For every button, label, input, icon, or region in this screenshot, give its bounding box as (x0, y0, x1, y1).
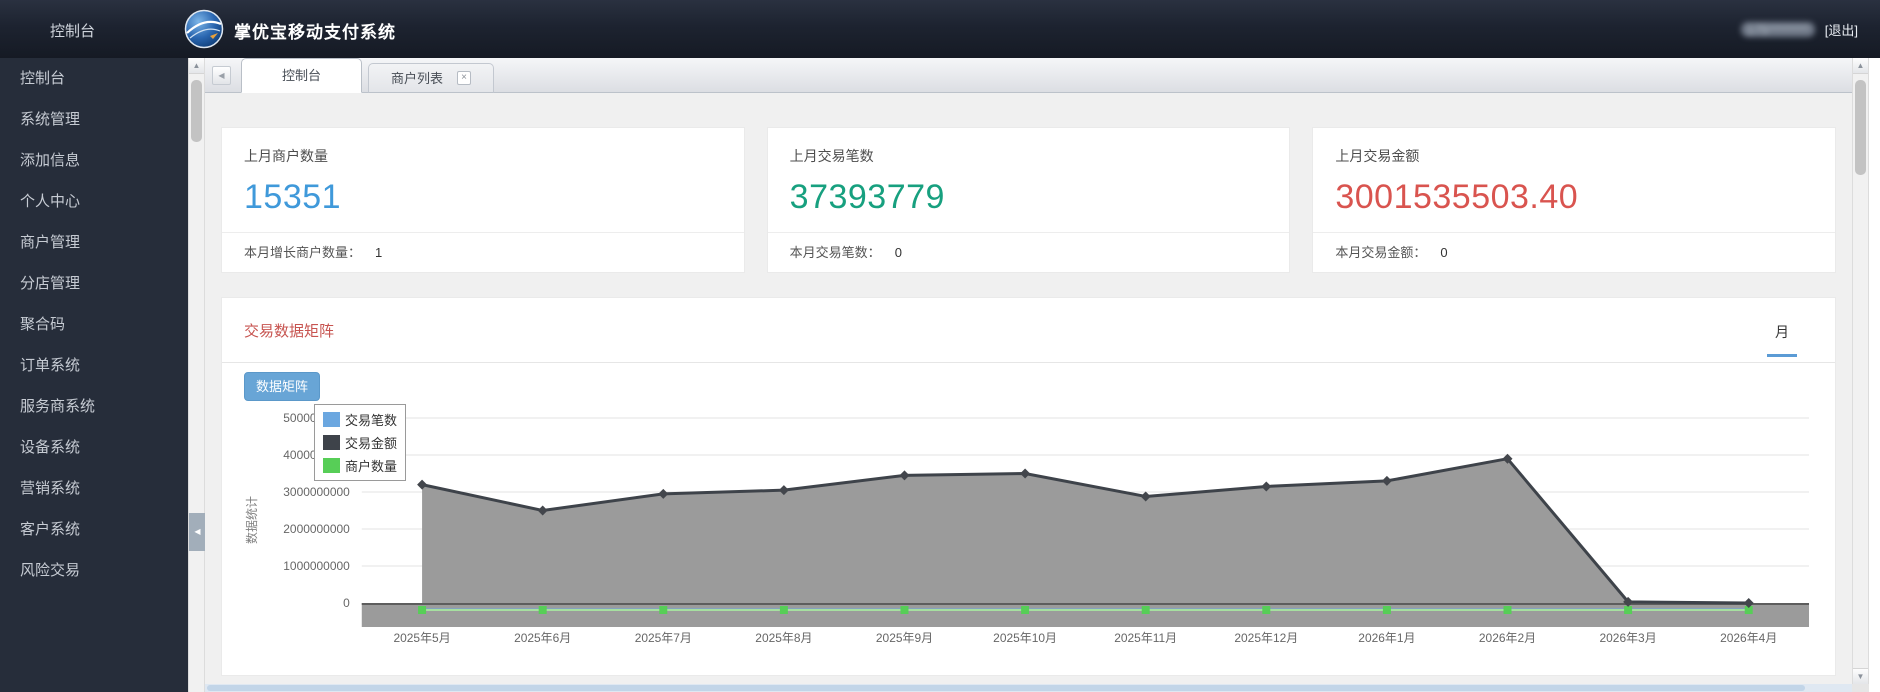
legend-item-2[interactable]: 商户数量 (323, 456, 397, 475)
tab-label: 商户列表 (391, 64, 443, 93)
svg-text:0: 0 (343, 596, 350, 610)
user-account-masked: 175******** (1741, 22, 1815, 37)
app-header: 控制台 掌优宝移动支付系统 175******** [退出] (0, 0, 1880, 58)
card-value: 3001535503.40 (1313, 166, 1835, 217)
svg-text:2000000000: 2000000000 (283, 522, 350, 536)
sidebar-item-5[interactable]: 分店管理 (0, 263, 188, 304)
sidebar-item-3[interactable]: 个人中心 (0, 181, 188, 222)
tabs: 控制台 商户列表 × (241, 58, 494, 93)
panel-title: 交易数据矩阵 (244, 320, 334, 341)
sidebar-item-1[interactable]: 系统管理 (0, 99, 188, 140)
sidebar-item-4[interactable]: 商户管理 (0, 222, 188, 263)
right-scrollbar[interactable]: ▲ ▼ (1852, 58, 1869, 684)
app-logo-icon (184, 9, 224, 49)
legend-swatch-icon (323, 412, 340, 427)
chart-area: 交易笔数交易金额商户数量 0 1000000000 2000000000 300000… (242, 402, 1815, 662)
card-transaction-amount: 上月交易金额 3001535503.40 本月交易金额： 0 (1312, 127, 1836, 273)
svg-text:2025年10月: 2025年10月 (993, 631, 1057, 645)
sidebar-item-8[interactable]: 服务商系统 (0, 386, 188, 427)
svg-text:2025年5月: 2025年5月 (393, 631, 450, 645)
tab-0[interactable]: 控制台 (241, 58, 362, 93)
chart-legend: 交易笔数交易金额商户数量 (314, 404, 406, 481)
svg-text:数据统计: 数据统计 (244, 496, 259, 544)
scroll-up-icon[interactable]: ▲ (189, 58, 204, 74)
left-scrollbar-thumb[interactable] (191, 80, 202, 142)
left-scrollbar[interactable]: ▲ ◀ (188, 58, 205, 692)
card-merchant-count: 上月商户数量 15351 本月增长商户数量： 1 (221, 127, 745, 273)
card-footer: 本月交易金额： 0 (1313, 232, 1835, 272)
header-nav-console[interactable]: 控制台 (50, 20, 95, 41)
tab-1[interactable]: 商户列表 × (368, 63, 494, 93)
sidebar-item-11[interactable]: 客户系统 (0, 509, 188, 550)
svg-text:2026年3月: 2026年3月 (1600, 631, 1657, 645)
sidebar-item-2[interactable]: 添加信息 (0, 140, 188, 181)
svg-text:2026年2月: 2026年2月 (1479, 631, 1536, 645)
card-transaction-count: 上月交易笔数 37393779 本月交易笔数： 0 (767, 127, 1291, 273)
content-area: 上月商户数量 15351 本月增长商户数量： 1 上月交易笔数 37393779 … (205, 93, 1852, 684)
legend-label: 交易金额 (345, 433, 397, 452)
card-footer: 本月交易笔数： 0 (768, 232, 1290, 272)
stat-cards-row: 上月商户数量 15351 本月增长商户数量： 1 上月交易笔数 37393779 … (221, 127, 1836, 273)
legend-label: 交易笔数 (345, 410, 397, 429)
sidebar-item-7[interactable]: 订单系统 (0, 345, 188, 386)
scroll-down-icon[interactable]: ▼ (1853, 668, 1868, 684)
panel-divider (222, 362, 1835, 363)
transaction-matrix-panel: 交易数据矩阵 月 数据矩阵 交易笔数交易金额商户数量 0 1000000000 20… (221, 297, 1836, 676)
data-matrix-button[interactable]: 数据矩阵 (244, 372, 320, 401)
svg-text:2025年12月: 2025年12月 (1234, 631, 1298, 645)
card-footer-label: 本月增长商户数量： (244, 245, 361, 260)
card-value: 37393779 (768, 166, 1290, 217)
horizontal-scrollbar[interactable] (205, 684, 1852, 692)
tab-label: 控制台 (282, 59, 321, 93)
legend-swatch-icon (323, 458, 340, 473)
card-value: 15351 (222, 166, 744, 217)
sidebar-item-12[interactable]: 风险交易 (0, 550, 188, 591)
svg-text:3000000000: 3000000000 (283, 485, 350, 499)
area-chart: 0100000000020000000003000000000400000000… (242, 402, 1815, 652)
svg-text:2025年11月: 2025年11月 (1114, 631, 1177, 645)
svg-text:2025年7月: 2025年7月 (635, 631, 692, 645)
legend-label: 商户数量 (345, 456, 397, 475)
sidebar-item-6[interactable]: 聚合码 (0, 304, 188, 345)
legend-item-1[interactable]: 交易金额 (323, 433, 397, 452)
logout-link[interactable]: [退出] (1825, 20, 1858, 39)
app-title: 掌优宝移动支付系统 (234, 18, 396, 43)
svg-text:2025年6月: 2025年6月 (514, 631, 571, 645)
svg-text:2026年1月: 2026年1月 (1358, 631, 1415, 645)
card-title: 上月交易笔数 (768, 128, 1290, 166)
right-scrollbar-thumb[interactable] (1855, 80, 1866, 175)
legend-item-0[interactable]: 交易笔数 (323, 410, 397, 429)
svg-text:1000000000: 1000000000 (283, 559, 350, 573)
tab-bar: ◀ 控制台 商户列表 × (205, 58, 1852, 93)
sidebar-item-9[interactable]: 设备系统 (0, 427, 188, 468)
card-footer-value: 0 (1440, 245, 1447, 260)
card-footer-value: 0 (895, 245, 902, 260)
scrollbar-corner (1852, 684, 1869, 692)
tab-scroll-left-icon[interactable]: ◀ (212, 66, 231, 85)
card-footer-label: 本月交易金额： (1335, 245, 1426, 260)
sidebar-item-10[interactable]: 营销系统 (0, 468, 188, 509)
svg-text:2025年8月: 2025年8月 (755, 631, 812, 645)
card-footer-label: 本月交易笔数： (790, 245, 881, 260)
svg-text:2025年9月: 2025年9月 (876, 631, 933, 645)
legend-swatch-icon (323, 435, 340, 450)
card-title: 上月交易金额 (1313, 128, 1835, 166)
card-footer-value: 1 (375, 245, 382, 260)
sidebar-item-0[interactable]: 控制台 (0, 58, 188, 99)
sidebar: 控制台系统管理添加信息个人中心商户管理分店管理聚合码订单系统服务商系统设备系统营… (0, 58, 188, 692)
svg-text:2026年4月: 2026年4月 (1720, 631, 1777, 645)
scroll-up-icon[interactable]: ▲ (1853, 58, 1868, 74)
sidebar-collapse-handle[interactable]: ◀ (189, 513, 206, 551)
card-title: 上月商户数量 (222, 128, 744, 166)
tab-close-icon[interactable]: × (457, 71, 471, 85)
horizontal-scrollbar-thumb[interactable] (207, 685, 1805, 691)
period-tab-month[interactable]: 月 (1767, 322, 1797, 357)
card-footer: 本月增长商户数量： 1 (222, 232, 744, 272)
